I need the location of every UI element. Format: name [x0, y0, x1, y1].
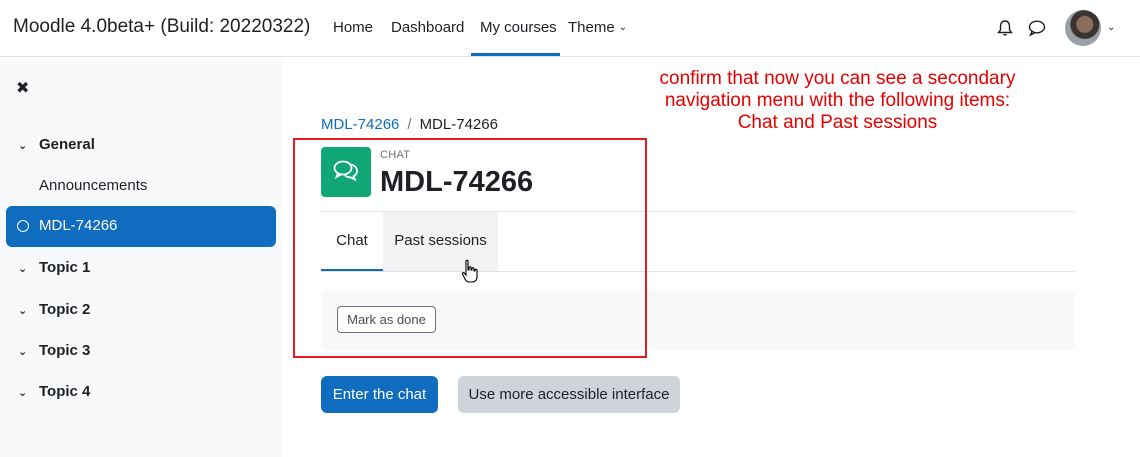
breadcrumb-separator: / [407, 116, 412, 133]
chevron-down-icon[interactable]: ⌄ [1107, 22, 1115, 33]
bell-icon[interactable] [996, 19, 1014, 37]
nav-home[interactable]: Home [333, 19, 373, 36]
accessible-interface-button[interactable]: Use more accessible interface [458, 376, 680, 413]
chevron-down-icon: ⌄ [618, 22, 628, 33]
section-topic-4[interactable]: ⌄ Topic 4 [18, 383, 90, 400]
top-navbar: Moodle 4.0beta+ (Build: 20220322) Home D… [0, 0, 1140, 57]
chat-bubble-icon[interactable] [1027, 19, 1047, 37]
nav-theme-label: Theme [568, 19, 615, 36]
section-label: Topic 3 [39, 342, 91, 359]
breadcrumb-link[interactable]: MDL-74266 [321, 116, 399, 133]
sidebar-item-announcements[interactable]: Announcements [39, 177, 147, 194]
chevron-down-icon: ⌄ [18, 263, 28, 275]
section-topic-2[interactable]: ⌄ Topic 2 [18, 301, 90, 318]
chevron-down-icon: ⌄ [18, 346, 28, 358]
nav-my-courses[interactable]: My courses [480, 19, 557, 36]
annotation-text: confirm that now you can see a secondary… [659, 68, 1016, 133]
site-name[interactable]: Moodle 4.0beta+ (Build: 20220322) [13, 16, 310, 38]
section-label: Topic 4 [39, 383, 91, 400]
section-topic-1[interactable]: ⌄ Topic 1 [18, 259, 90, 276]
chevron-down-icon: ⌄ [18, 305, 28, 317]
section-topic-3[interactable]: ⌄ Topic 3 [18, 342, 90, 359]
nav-theme[interactable]: Theme ⌄ [568, 19, 627, 36]
sidebar-item-mdl-74266[interactable]: MDL-74266 [6, 206, 276, 247]
breadcrumb: MDL-74266 / MDL-74266 [321, 116, 498, 133]
course-index-drawer: ✖ ⌄ General Announcements MDL-74266 ⌄ Topi… [0, 58, 283, 457]
close-icon[interactable]: ✖ [16, 78, 29, 98]
avatar[interactable] [1065, 10, 1101, 46]
section-label: Topic 2 [39, 301, 91, 318]
sidebar-item-label: MDL-74266 [39, 217, 118, 234]
circle-icon [17, 220, 29, 232]
chevron-down-icon: ⌄ [18, 140, 28, 152]
nav-dashboard[interactable]: Dashboard [391, 19, 464, 36]
chevron-down-icon: ⌄ [18, 387, 28, 399]
enter-chat-button[interactable]: Enter the chat [321, 376, 438, 413]
nav-active-indicator [471, 53, 560, 56]
section-general[interactable]: ⌄ General [18, 136, 95, 153]
section-label: Topic 1 [39, 259, 91, 276]
annotation-highlight-box [293, 138, 647, 358]
section-label: General [39, 136, 95, 153]
breadcrumb-current: MDL-74266 [419, 116, 498, 133]
